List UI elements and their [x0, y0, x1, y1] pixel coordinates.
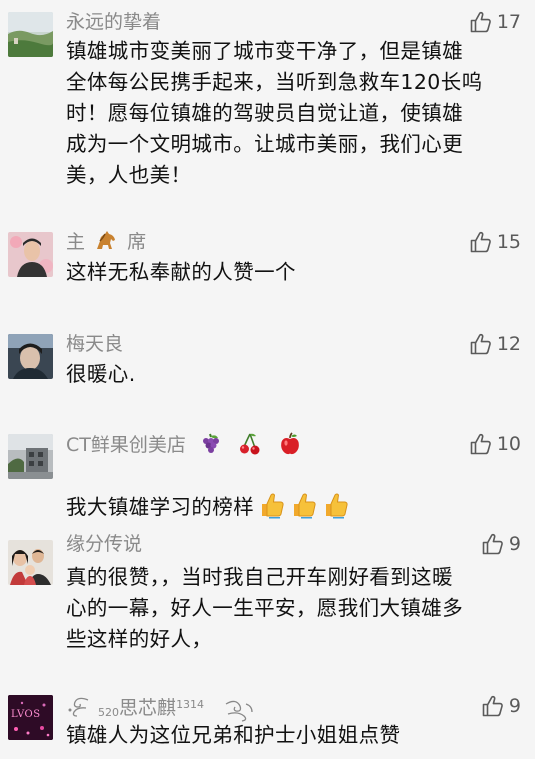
like-count: 12: [496, 333, 521, 355]
comment-text: 很暖心.: [66, 362, 136, 386]
like-count: 15: [496, 231, 521, 253]
comment-item: LVOS 520思芯麒1314 9 镇雄人为这位兄弟和护士小姐姐点赞: [0, 683, 535, 759]
avatar[interactable]: [8, 540, 53, 585]
comment-text: 真的很赞，，当时我自己开车刚好看到这暖 心的一幕，好人一生平安，愿我们大镇雄多 …: [66, 565, 464, 651]
thumbs-up-icon: [481, 532, 505, 556]
thumbs-up-icon: [469, 230, 493, 254]
like-count: 9: [508, 533, 521, 555]
comment-text: 镇雄人为这位兄弟和护士小姐姐点赞: [66, 723, 401, 747]
like-button[interactable]: 15: [469, 229, 521, 255]
thumbs-up-icon: [469, 10, 493, 34]
avatar[interactable]: [8, 232, 53, 277]
like-count: 17: [496, 11, 521, 33]
like-button[interactable]: 9: [481, 531, 521, 557]
comment-list: 永远的挚着 17 镇雄城市变美丽了城市变干净了，但是镇雄 全体每公民携手起来，当…: [0, 0, 535, 759]
like-button[interactable]: 9: [481, 693, 521, 719]
commenter-name[interactable]: CT鲜果创美店: [66, 432, 302, 462]
comment-item: CT鲜果创美店 10 我大镇雄学习的榜样: [0, 422, 535, 519]
avatar[interactable]: [8, 12, 53, 57]
like-count: 10: [496, 433, 521, 455]
avatar[interactable]: [8, 334, 53, 379]
comment-text: 我大镇雄学习的榜样: [66, 460, 521, 528]
commenter-name[interactable]: 梅天良: [66, 332, 123, 356]
grapes-icon: [198, 432, 222, 462]
comment-item: 永远的挚着 17 镇雄城市变美丽了城市变干净了，但是镇雄 全体每公民携手起来，当…: [0, 0, 535, 200]
comment-item: 主 席 15 这样无私奉献的人赞一个: [0, 220, 535, 310]
thumbs-up-icon: [469, 432, 493, 456]
avatar-label: LVOS: [11, 709, 41, 720]
comment-item: 梅天良 12 很暖心.: [0, 322, 535, 412]
like-button[interactable]: 10: [469, 431, 521, 457]
like-count: 9: [508, 695, 521, 717]
avatar[interactable]: LVOS: [8, 695, 53, 740]
comment-text: 这样无私奉献的人赞一个: [66, 260, 296, 284]
like-button[interactable]: 17: [469, 9, 521, 35]
like-button[interactable]: 12: [469, 331, 521, 357]
thumbs-up-icon: [481, 694, 505, 718]
commenter-name[interactable]: 主 席: [66, 230, 146, 258]
horse-emoji-icon: [94, 230, 118, 258]
commenter-name[interactable]: 永远的挚着: [66, 10, 161, 34]
thumbs-up-icon: [469, 332, 493, 356]
comment-item: 缘分传说 9 真的很赞，，当时我自己开车刚好看到这暖 心的一幕，好人一生平安，愿…: [0, 520, 535, 680]
apple-icon: [278, 432, 302, 462]
comment-text: 镇雄城市变美丽了城市变干净了，但是镇雄 全体每公民携手起来，当听到急救车120长…: [66, 39, 483, 187]
avatar[interactable]: [8, 434, 53, 479]
cherries-icon: [238, 432, 262, 462]
commenter-name[interactable]: 缘分传说: [66, 532, 142, 556]
